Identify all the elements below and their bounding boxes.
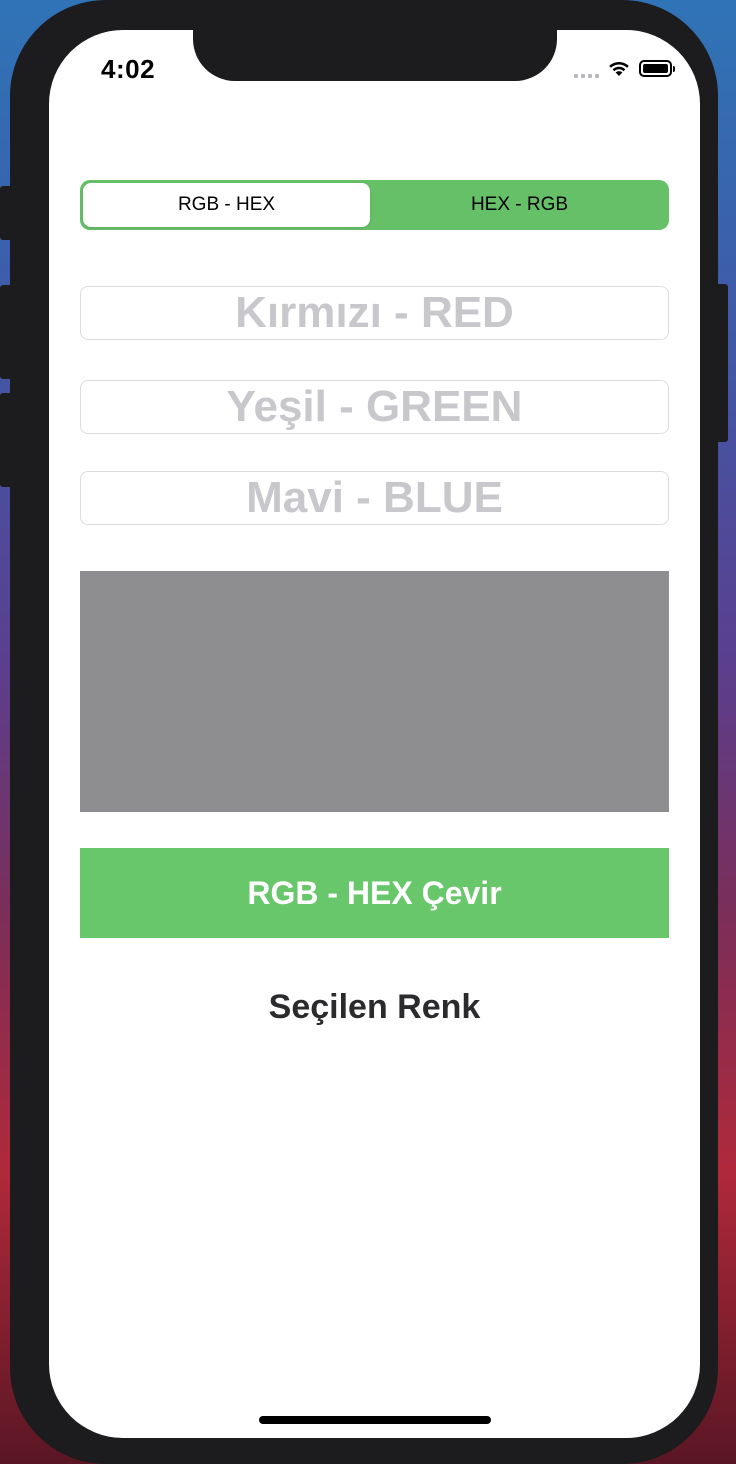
wifi-icon xyxy=(609,61,629,76)
mode-segmented-control[interactable]: RGB - HEX HEX - RGB xyxy=(80,180,669,230)
phone-frame: 4:02 RGB - HEX HEX - RGB RG xyxy=(10,0,718,1464)
color-preview xyxy=(80,571,669,812)
signal-icon xyxy=(574,58,599,78)
app-screen: 4:02 RGB - HEX HEX - RGB RG xyxy=(49,30,700,1438)
red-input[interactable] xyxy=(81,287,668,339)
blue-field xyxy=(80,471,669,525)
status-icons xyxy=(574,58,675,78)
segment-hex-rgb[interactable]: HEX - RGB xyxy=(370,180,669,230)
blue-input[interactable] xyxy=(81,472,668,524)
selected-color-label: Seçilen Renk xyxy=(268,988,481,1026)
convert-button[interactable]: RGB - HEX Çevir xyxy=(80,848,669,938)
battery-icon xyxy=(639,59,675,77)
green-field xyxy=(80,380,669,434)
red-field xyxy=(80,286,669,340)
segment-rgb-hex[interactable]: RGB - HEX xyxy=(83,183,370,227)
green-input[interactable] xyxy=(81,381,668,433)
home-indicator[interactable] xyxy=(259,1416,491,1424)
status-time: 4:02 xyxy=(101,54,156,84)
notch xyxy=(193,30,557,81)
